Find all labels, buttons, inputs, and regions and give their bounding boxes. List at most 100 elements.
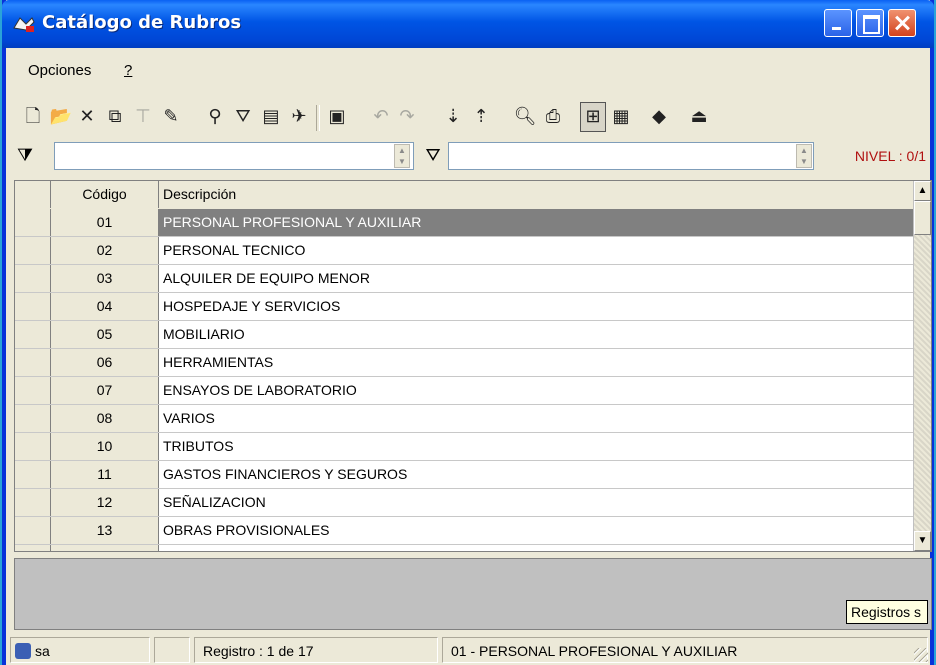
filter-funnel-icon[interactable]: ⛛ xyxy=(422,142,444,168)
print-preview-icon[interactable]: ▤ xyxy=(258,102,284,132)
cell-descripcion[interactable]: MOBILIARIO xyxy=(159,321,915,348)
status-user: sa xyxy=(10,637,150,663)
cell-descripcion[interactable]: ALQUILER DE EQUIPO MENOR xyxy=(159,265,915,292)
row-indicator[interactable] xyxy=(15,349,51,376)
open-icon[interactable]: 📂 xyxy=(48,102,74,132)
edit-icon[interactable]: ✎ xyxy=(158,102,184,132)
header-codigo[interactable]: Código xyxy=(51,181,159,208)
cell-descripcion[interactable]: HERRAMIENTAS xyxy=(159,349,915,376)
table-row[interactable]: 08 VARIOS xyxy=(15,405,915,433)
filter-right-input[interactable] xyxy=(448,142,814,170)
cell-descripcion[interactable]: TRIBUTOS xyxy=(159,433,915,460)
copy-icon[interactable]: ⧉ xyxy=(102,102,128,132)
print-icon[interactable]: ⎙ xyxy=(540,102,566,132)
user-icon xyxy=(15,643,31,659)
delete-icon[interactable]: ✕ xyxy=(74,102,100,132)
row-indicator[interactable] xyxy=(15,405,51,432)
table-row[interactable]: 05 MOBILIARIO xyxy=(15,321,915,349)
window-title: Catálogo de Rubros xyxy=(42,12,242,33)
status-user-name: sa xyxy=(35,643,50,659)
table-row[interactable]: 10 TRIBUTOS xyxy=(15,433,915,461)
sort-asc-icon[interactable]: ⇣ xyxy=(440,102,466,132)
filter-icon[interactable]: ⛛ xyxy=(230,102,256,132)
table-row[interactable]: 13 OBRAS PROVISIONALES xyxy=(15,517,915,545)
cell-descripcion[interactable]: ENSAYOS DE LABORATORIO xyxy=(159,377,915,404)
exit-icon[interactable]: ⏏ xyxy=(686,102,712,132)
scroll-up-icon[interactable]: ▲ xyxy=(914,181,931,201)
export-icon[interactable]: ✈ xyxy=(286,102,312,132)
tree-icon[interactable]: ⊤ xyxy=(130,102,156,132)
cell-codigo[interactable]: 02 xyxy=(51,237,159,264)
preview-icon[interactable]: 🔍︎ xyxy=(512,102,538,132)
cell-descripcion[interactable]: PERSONAL PROFESIONAL Y AUXILIAR xyxy=(159,209,915,236)
table-row[interactable]: 07 ENSAYOS DE LABORATORIO xyxy=(15,377,915,405)
table-row[interactable]: 03 ALQUILER DE EQUIPO MENOR xyxy=(15,265,915,293)
filter-right-dropdown-button[interactable]: ▲ ▼ xyxy=(796,144,812,168)
header-indicator xyxy=(15,181,51,208)
row-indicator[interactable] xyxy=(15,293,51,320)
close-button[interactable] xyxy=(888,9,916,37)
cell-codigo[interactable]: 03 xyxy=(51,265,159,292)
row-indicator[interactable] xyxy=(15,321,51,348)
filter-tree-icon[interactable]: ⧩ xyxy=(14,142,36,168)
cell-codigo[interactable]: 08 xyxy=(51,405,159,432)
scroll-down-icon[interactable]: ▼ xyxy=(914,531,931,551)
book-icon[interactable]: ◆ xyxy=(646,102,672,132)
find-icon[interactable]: ⚲ xyxy=(202,102,228,132)
undo-icon[interactable]: ↶ xyxy=(368,102,394,132)
cell-codigo[interactable]: 07 xyxy=(51,377,159,404)
cell-codigo[interactable]: 11 xyxy=(51,461,159,488)
data-grid: Código Descripción 01 PERSONAL PROFESIONA… xyxy=(14,180,932,552)
title-bar[interactable]: Catálogo de Rubros xyxy=(2,0,934,48)
table-row[interactable]: 02 PERSONAL TECNICO xyxy=(15,237,915,265)
row-indicator[interactable] xyxy=(15,517,51,544)
cell-codigo[interactable]: 04 xyxy=(51,293,159,320)
table-row[interactable]: 01 PERSONAL PROFESIONAL Y AUXILIAR xyxy=(15,209,915,237)
row-indicator[interactable] xyxy=(15,265,51,292)
app-icon xyxy=(13,17,35,32)
cell-codigo[interactable]: 13 xyxy=(51,517,159,544)
minimize-button[interactable] xyxy=(824,9,852,37)
cell-descripcion[interactable]: SEÑALIZACION xyxy=(159,489,915,516)
menu-help[interactable]: ? xyxy=(124,62,132,79)
scroll-thumb[interactable] xyxy=(914,201,931,235)
status-empty xyxy=(154,637,190,663)
header-descripcion[interactable]: Descripción xyxy=(159,181,915,208)
vertical-scrollbar[interactable]: ▲ ▼ xyxy=(913,181,931,551)
info-panel xyxy=(14,558,932,630)
status-registro: Registro : 1 de 17 xyxy=(194,637,438,663)
row-indicator[interactable] xyxy=(15,377,51,404)
cell-descripcion[interactable]: GASTOS FINANCIEROS Y SEGUROS xyxy=(159,461,915,488)
filter-left-dropdown-button[interactable]: ▲ ▼ xyxy=(394,144,410,168)
cell-descripcion[interactable]: PERSONAL TECNICO xyxy=(159,237,915,264)
maximize-button[interactable] xyxy=(856,9,884,37)
row-indicator[interactable] xyxy=(15,237,51,264)
import-icon[interactable]: ▣ xyxy=(324,102,350,132)
cell-descripcion[interactable]: HOSPEDAJE Y SERVICIOS xyxy=(159,293,915,320)
cell-codigo[interactable]: 01 xyxy=(51,209,159,236)
table-row[interactable]: 11 GASTOS FINANCIEROS Y SEGUROS xyxy=(15,461,915,489)
sort-desc-icon[interactable]: ⇡ xyxy=(468,102,494,132)
row-indicator[interactable] xyxy=(15,433,51,460)
main-window: Catálogo de Rubros Opciones ? 🗋 📂 ✕ ⧉ ⊤ … xyxy=(2,0,934,665)
cell-codigo[interactable]: 10 xyxy=(51,433,159,460)
new-icon[interactable]: 🗋 xyxy=(20,102,46,132)
row-indicator[interactable] xyxy=(15,461,51,488)
filter-left-input[interactable] xyxy=(54,142,414,170)
table-row[interactable]: 06 HERRAMIENTAS xyxy=(15,349,915,377)
cell-codigo[interactable]: 05 xyxy=(51,321,159,348)
menu-opciones[interactable]: Opciones xyxy=(28,62,91,79)
row-indicator[interactable] xyxy=(15,209,51,236)
grid-view-icon[interactable]: ▦ xyxy=(608,102,634,132)
cell-codigo[interactable]: 12 xyxy=(51,489,159,516)
table-row[interactable]: 04 HOSPEDAJE Y SERVICIOS xyxy=(15,293,915,321)
nivel-label: NIVEL : 0/1 xyxy=(854,148,926,164)
cell-codigo[interactable]: 06 xyxy=(51,349,159,376)
tree-view-icon[interactable]: ⊞ xyxy=(580,102,606,132)
resize-grip[interactable] xyxy=(914,648,928,662)
redo-icon[interactable]: ↷ xyxy=(394,102,420,132)
cell-descripcion[interactable]: VARIOS xyxy=(159,405,915,432)
table-row[interactable]: 12 SEÑALIZACION xyxy=(15,489,915,517)
row-indicator[interactable] xyxy=(15,489,51,516)
cell-descripcion[interactable]: OBRAS PROVISIONALES xyxy=(159,517,915,544)
